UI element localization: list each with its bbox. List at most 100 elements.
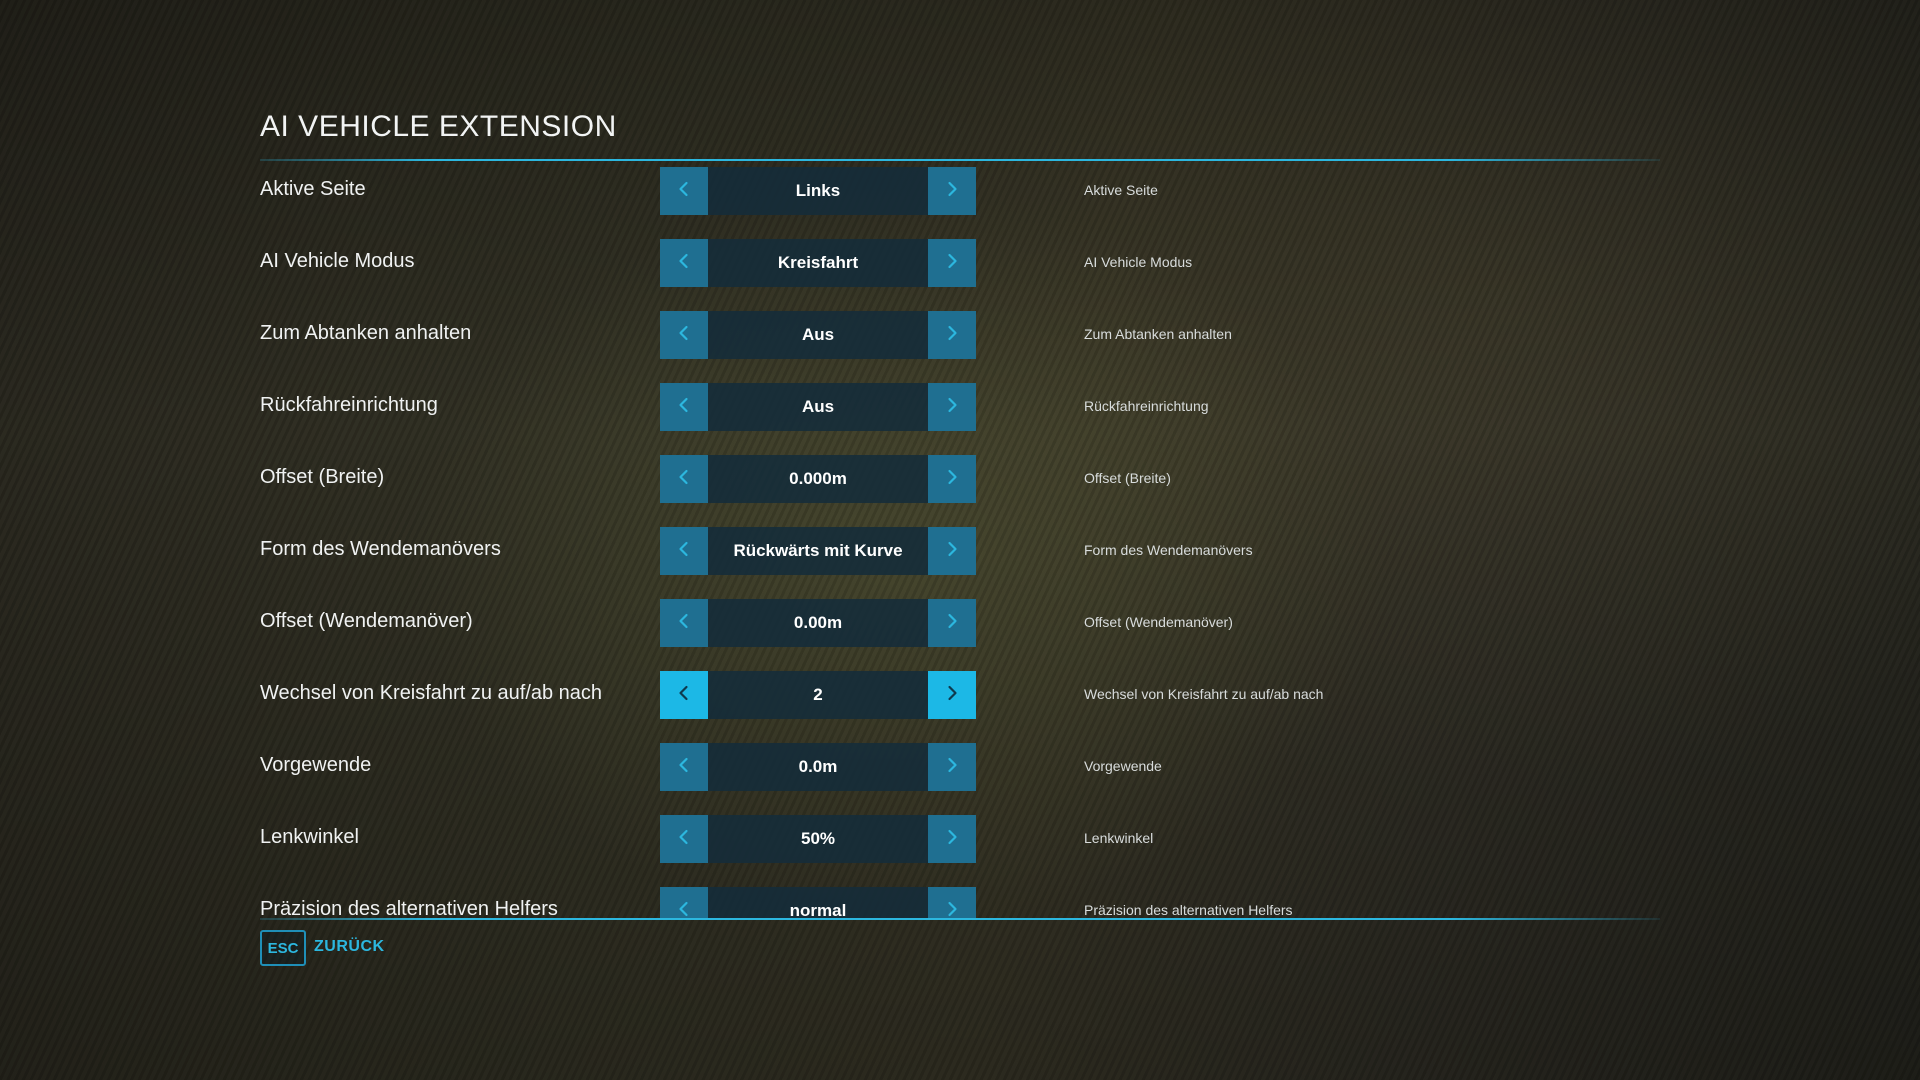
next-option-button[interactable] (928, 671, 976, 719)
chevron-right-icon (943, 612, 961, 635)
chevron-left-icon (675, 468, 693, 491)
chevron-right-icon (943, 828, 961, 851)
setting-row[interactable]: Zum Abtanken anhalten Aus Zum Abtanken anh… (260, 311, 1660, 359)
next-option-button[interactable] (928, 383, 976, 431)
settings-panel: AI VEHICLE EXTENSION Aktive Seite Links Ak… (260, 0, 1660, 1080)
chevron-left-icon (675, 684, 693, 707)
chevron-right-icon (943, 540, 961, 563)
previous-option-button[interactable] (660, 383, 708, 431)
setting-description: Wechsel von Kreisfahrt zu auf/ab nach (1084, 686, 1324, 702)
chevron-left-icon (675, 396, 693, 419)
setting-row[interactable]: Offset (Wendemanöver) 0.00m Offset (Wendem… (260, 599, 1660, 647)
next-option-button[interactable] (928, 311, 976, 359)
option-value[interactable]: Links (708, 167, 928, 215)
previous-option-button[interactable] (660, 527, 708, 575)
chevron-right-icon (943, 900, 961, 920)
setting-label: AI Vehicle Modus (260, 250, 415, 272)
setting-row[interactable]: Offset (Breite) 0.000m Offset (Breite) (260, 455, 1660, 503)
setting-description: Offset (Wendemanöver) (1084, 614, 1233, 630)
chevron-right-icon (943, 180, 961, 203)
setting-label: Lenkwinkel (260, 826, 359, 848)
option-value[interactable]: 0.0m (708, 743, 928, 791)
setting-label: Offset (Wendemanöver) (260, 610, 473, 632)
setting-description: Zum Abtanken anhalten (1084, 326, 1232, 342)
option-value[interactable]: 0.000m (708, 455, 928, 503)
previous-option-button[interactable] (660, 167, 708, 215)
setting-label: Präzision des alternativen Helfers (260, 898, 558, 919)
esc-key-hint[interactable]: ESC (260, 930, 306, 966)
option-value[interactable]: Aus (708, 383, 928, 431)
option-selector[interactable]: 0.00m (660, 599, 976, 647)
back-label[interactable]: ZURÜCK (314, 938, 385, 956)
chevron-right-icon (943, 324, 961, 347)
setting-label: Vorgewende (260, 754, 372, 776)
chevron-left-icon (675, 756, 693, 779)
setting-description: Rückfahreinrichtung (1084, 398, 1209, 414)
setting-row[interactable]: Wechsel von Kreisfahrt zu auf/ab nach 2 We… (260, 671, 1660, 719)
chevron-left-icon (675, 900, 693, 920)
option-selector[interactable]: 50% (660, 815, 976, 863)
option-selector[interactable]: Aus (660, 383, 976, 431)
chevron-left-icon (675, 612, 693, 635)
option-selector[interactable]: Aus (660, 311, 976, 359)
setting-row[interactable]: Rückfahreinrichtung Aus Rückfahreinrichtun… (260, 383, 1660, 431)
chevron-left-icon (675, 324, 693, 347)
next-option-button[interactable] (928, 599, 976, 647)
option-value[interactable]: 2 (708, 671, 928, 719)
previous-option-button[interactable] (660, 239, 708, 287)
next-option-button[interactable] (928, 455, 976, 503)
setting-row[interactable]: Vorgewende 0.0m Vorgewende (260, 743, 1660, 791)
option-selector[interactable]: Links (660, 167, 976, 215)
previous-option-button[interactable] (660, 455, 708, 503)
bottom-divider (260, 918, 1660, 920)
chevron-right-icon (943, 756, 961, 779)
next-option-button[interactable] (928, 167, 976, 215)
option-selector[interactable]: Kreisfahrt (660, 239, 976, 287)
previous-option-button[interactable] (660, 599, 708, 647)
option-selector[interactable]: 2 (660, 671, 976, 719)
setting-row[interactable]: AI Vehicle Modus Kreisfahrt AI Vehicle Mod… (260, 239, 1660, 287)
setting-description: Aktive Seite (1084, 182, 1158, 198)
previous-option-button[interactable] (660, 311, 708, 359)
setting-label: Wechsel von Kreisfahrt zu auf/ab nach (260, 682, 603, 704)
option-value[interactable]: normal (708, 887, 928, 919)
chevron-left-icon (675, 180, 693, 203)
next-option-button[interactable] (928, 887, 976, 919)
option-selector[interactable]: normal (660, 887, 976, 919)
next-option-button[interactable] (928, 743, 976, 791)
chevron-right-icon (943, 684, 961, 707)
title-divider (260, 159, 1660, 161)
settings-list: Aktive Seite Links Aktive Seite AI Vehicle … (260, 167, 1660, 919)
chevron-right-icon (943, 468, 961, 491)
setting-description: Lenkwinkel (1084, 830, 1154, 846)
next-option-button[interactable] (928, 527, 976, 575)
option-value[interactable]: Kreisfahrt (708, 239, 928, 287)
option-value[interactable]: 0.00m (708, 599, 928, 647)
setting-description: AI Vehicle Modus (1084, 254, 1193, 270)
setting-row[interactable]: Lenkwinkel 50% Lenkwinkel (260, 815, 1660, 863)
next-option-button[interactable] (928, 239, 976, 287)
previous-option-button[interactable] (660, 743, 708, 791)
option-selector[interactable]: 0.0m (660, 743, 976, 791)
setting-row[interactable]: Präzision des alternativen Helfers normal… (260, 887, 1660, 919)
chevron-right-icon (943, 396, 961, 419)
option-selector[interactable]: Rückwärts mit Kurve (660, 527, 976, 575)
option-value[interactable]: 50% (708, 815, 928, 863)
next-option-button[interactable] (928, 815, 976, 863)
setting-label: Aktive Seite (260, 178, 366, 200)
chevron-left-icon (675, 252, 693, 275)
previous-option-button[interactable] (660, 887, 708, 919)
setting-description: Offset (Breite) (1084, 470, 1171, 486)
setting-description: Form des Wendemanövers (1084, 542, 1253, 558)
page-title: AI VEHICLE EXTENSION (260, 110, 617, 143)
setting-row[interactable]: Aktive Seite Links Aktive Seite (260, 167, 1660, 215)
previous-option-button[interactable] (660, 671, 708, 719)
previous-option-button[interactable] (660, 815, 708, 863)
option-value[interactable]: Rückwärts mit Kurve (708, 527, 928, 575)
setting-label: Rückfahreinrichtung (260, 394, 438, 416)
option-value[interactable]: Aus (708, 311, 928, 359)
setting-row[interactable]: Form des Wendemanövers Rückwärts mit Kurv… (260, 527, 1660, 575)
chevron-right-icon (943, 252, 961, 275)
chevron-left-icon (675, 828, 693, 851)
option-selector[interactable]: 0.000m (660, 455, 976, 503)
